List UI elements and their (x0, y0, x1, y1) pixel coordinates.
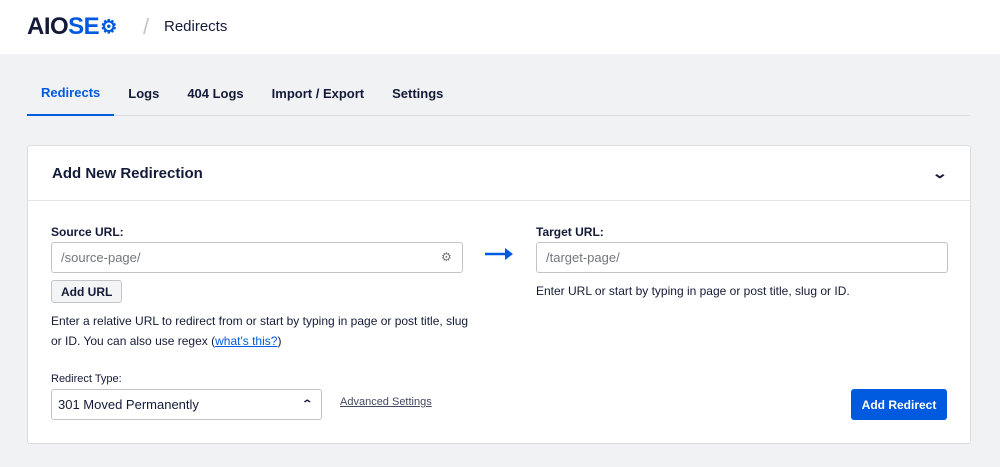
tab-import-export[interactable]: Import / Export (258, 70, 378, 116)
tab-logs[interactable]: Logs (114, 70, 173, 116)
aioseo-logo: AIO SE ⚙ (27, 13, 117, 40)
redirect-type-value: 301 Moved Permanently (58, 397, 199, 412)
redirect-type-label: Redirect Type: (51, 373, 122, 385)
redirect-type-select[interactable]: 301 Moved Permanently ⌃ (51, 389, 322, 420)
add-redirect-button[interactable]: Add Redirect (851, 389, 947, 420)
arrow-right-icon (485, 248, 513, 260)
target-url-input[interactable] (536, 242, 948, 273)
add-url-button[interactable]: Add URL (51, 280, 123, 303)
source-url-input[interactable] (51, 242, 463, 273)
top-bar: AIO SE ⚙ / Redirects (0, 0, 1000, 54)
tab-404-logs[interactable]: 404 Logs (173, 70, 257, 116)
add-redirection-card: Add New Redirection ⌄ Source URL: ⚙ Targ… (27, 145, 971, 444)
tab-redirects[interactable]: Redirects (27, 70, 115, 116)
source-help-text: Enter a relative URL to redirect from or… (51, 314, 469, 348)
tab-bar: Redirects Logs 404 Logs Import / Export … (27, 70, 970, 116)
target-help-text: Enter URL or start by typing in page or … (536, 284, 850, 298)
page-title: Redirects (164, 18, 228, 35)
source-url-label: Source URL: (51, 225, 124, 239)
gear-icon[interactable]: ⚙ (441, 250, 452, 264)
logo-gear-icon: ⚙ (100, 16, 117, 38)
tab-settings[interactable]: Settings (378, 70, 457, 116)
advanced-settings-link[interactable]: Advanced Settings (340, 396, 432, 408)
breadcrumb-separator: / (143, 14, 150, 39)
chevron-down-icon[interactable]: ⌄ (932, 165, 948, 182)
target-url-label: Target URL: (536, 225, 604, 239)
card-title: Add New Redirection (52, 164, 203, 182)
whats-this-link[interactable]: what's this? (215, 334, 277, 348)
chevron-up-icon: ⌃ (300, 399, 313, 410)
card-header[interactable]: Add New Redirection ⌄ (28, 146, 970, 201)
